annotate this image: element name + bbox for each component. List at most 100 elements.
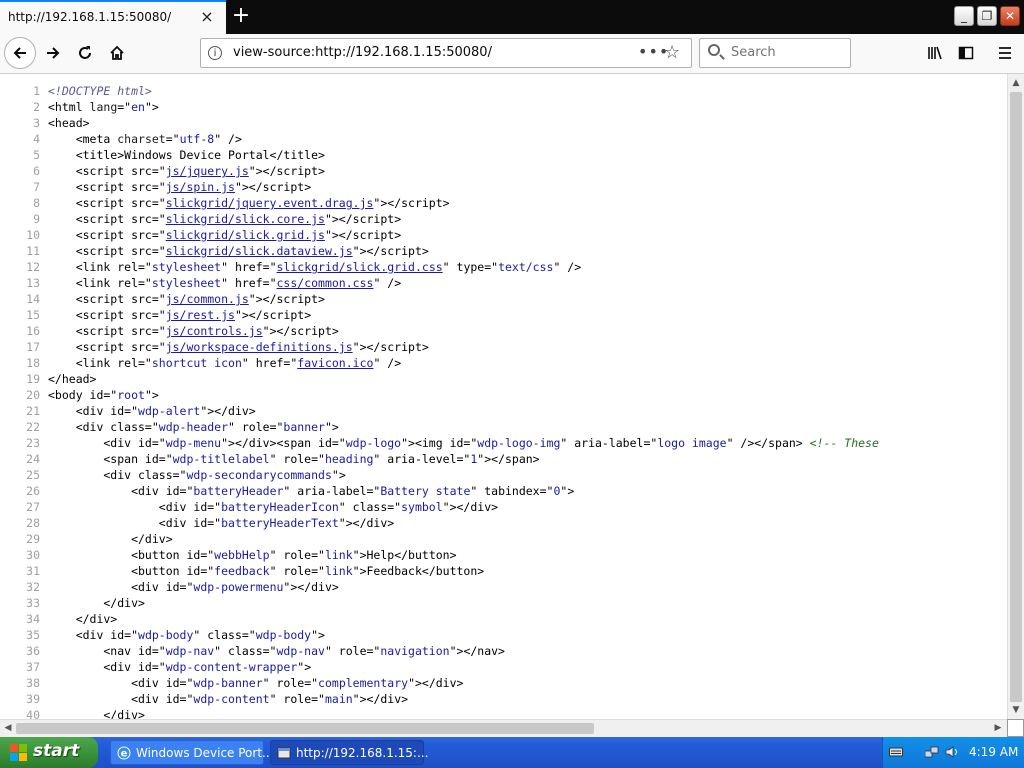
info-icon[interactable]: i — [208, 46, 222, 60]
source-link[interactable]: js/rest.js — [166, 308, 235, 322]
start-button[interactable]: start — [0, 737, 98, 768]
navigation-toolbar: i view-source:http://192.168.1.15:50080/… — [0, 34, 1024, 74]
minimize-button[interactable]: _ — [954, 6, 974, 26]
scroll-down-icon[interactable]: ▼ — [1008, 702, 1024, 718]
browser-window-icon — [277, 747, 291, 759]
menu-icon[interactable] — [992, 38, 1018, 68]
line-number: 3 — [33, 116, 40, 130]
library-icon[interactable] — [922, 38, 948, 68]
source-link[interactable]: slickgrid/jquery.event.drag.js — [166, 196, 374, 210]
restore-button[interactable]: ❐ — [977, 6, 997, 26]
scrollbar-corner — [1007, 719, 1024, 737]
tab-title: http://192.168.1.15:50080/ — [8, 10, 172, 24]
line-number: 38 — [26, 676, 40, 690]
source-code: <link rel="stylesheet" href="css/common.… — [48, 276, 402, 290]
search-input[interactable]: Search — [699, 38, 851, 68]
source-link[interactable]: js/controls.js — [166, 324, 263, 338]
network-icon[interactable] — [925, 746, 939, 758]
source-line: 13 <link rel="stylesheet" href="css/comm… — [0, 275, 401, 291]
source-code: <script src="slickgrid/slick.core.js"></… — [48, 212, 402, 226]
source-link[interactable]: favicon.ico — [297, 356, 373, 370]
clock[interactable]: 4:19 AM — [969, 745, 1018, 759]
source-code: <script src="js/workspace-definitions.js… — [48, 340, 429, 354]
source-code: <div id="wdp-menu"></div><span id="wdp-l… — [48, 436, 879, 450]
source-code: <script src="slickgrid/slick.grid.js"></… — [48, 228, 402, 242]
ie-icon: e — [117, 746, 131, 760]
tab-current[interactable]: http://192.168.1.15:50080/ × — [0, 0, 226, 34]
source-link[interactable]: slickgrid/slick.grid.js — [166, 228, 325, 242]
search-icon — [708, 44, 720, 56]
reload-icon — [79, 46, 91, 59]
source-code: <title>Windows Device Portal</title> — [48, 148, 325, 162]
forward-button[interactable] — [38, 38, 68, 68]
source-code: <span id="wdp-titlelabel" role="heading"… — [48, 452, 540, 466]
new-tab-button[interactable]: + — [230, 4, 252, 28]
source-code: <script src="js/rest.js"></script> — [48, 308, 312, 322]
back-button[interactable] — [4, 37, 36, 69]
line-number: 24 — [26, 452, 40, 466]
source-line: 23 <div id="wdp-menu"></div><span id="wd… — [0, 435, 879, 451]
page-source-view[interactable]: 1 <!DOCTYPE html> 2 <html lang="en"> 3 <head>… — [0, 74, 1007, 719]
search-placeholder: Search — [731, 45, 776, 60]
taskbar-item-view-source[interactable]: http://192.168.1.15:... — [270, 740, 428, 765]
source-line: 3 <head> — [0, 115, 89, 131]
source-code: <button id="feedback" role="link">Feedba… — [48, 564, 485, 578]
source-line: 4 <meta charset="utf-8" /> — [0, 131, 242, 147]
line-number: 33 — [26, 596, 40, 610]
line-number: 16 — [26, 324, 40, 338]
url-bar[interactable]: i view-source:http://192.168.1.15:50080/… — [200, 38, 692, 68]
home-button[interactable] — [102, 38, 132, 68]
reload-button[interactable] — [70, 38, 100, 68]
back-arrow-icon — [13, 47, 26, 59]
line-number: 26 — [26, 484, 40, 498]
source-link[interactable]: slickgrid/slick.grid.css — [277, 260, 443, 274]
source-code: <script src="js/spin.js"></script> — [48, 180, 312, 194]
source-link[interactable]: js/common.js — [166, 292, 249, 306]
line-number: 34 — [26, 612, 40, 626]
horizontal-scroll-thumb[interactable] — [16, 723, 594, 734]
system-tray: 4:19 AM — [882, 737, 1024, 768]
scroll-right-icon[interactable]: ▶ — [990, 720, 1006, 736]
sidebar-icon[interactable] — [953, 38, 979, 68]
keyboard-icon[interactable] — [889, 746, 903, 758]
source-line: 1 <!DOCTYPE html> — [0, 83, 152, 99]
source-line: 25 <div class="wdp-secondarycommands"> — [0, 467, 346, 483]
start-label: start — [33, 741, 80, 761]
source-link[interactable]: js/workspace-definitions.js — [166, 340, 353, 354]
source-line: 20 <body id="root"> — [0, 387, 159, 403]
source-code: <nav id="wdp-nav" class="wdp-nav" role="… — [48, 644, 505, 658]
source-link[interactable]: css/common.css — [277, 276, 374, 290]
source-code: </div> — [48, 532, 173, 546]
vertical-scroll-thumb[interactable] — [1010, 92, 1022, 702]
line-number: 39 — [26, 692, 40, 706]
source-line: 22 <div class="wdp-header" role="banner"… — [0, 419, 339, 435]
vertical-scrollbar[interactable]: ▲ ▼ — [1007, 74, 1024, 719]
source-link[interactable]: slickgrid/slick.dataview.js — [166, 244, 353, 258]
source-link[interactable]: slickgrid/slick.core.js — [166, 212, 325, 226]
taskbar: start e Windows Device Port... http://19… — [0, 737, 1024, 768]
bookmark-star-icon[interactable]: ☆ — [664, 42, 680, 63]
line-number: 8 — [33, 196, 40, 210]
taskbar-item-label: Windows Device Port... — [136, 746, 274, 760]
horizontal-scrollbar[interactable]: ◀ ▶ — [0, 719, 1007, 737]
source-link[interactable]: js/spin.js — [166, 180, 235, 194]
source-code: <script src="js/common.js"></script> — [48, 292, 325, 306]
line-number: 2 — [33, 100, 40, 114]
line-number: 27 — [26, 500, 40, 514]
close-tab-icon[interactable]: × — [198, 8, 216, 26]
volume-icon[interactable] — [945, 746, 959, 758]
close-window-button[interactable]: ✕ — [1000, 6, 1020, 26]
scroll-up-icon[interactable]: ▲ — [1008, 75, 1024, 91]
svg-text:e: e — [121, 749, 128, 760]
taskbar-item-device-portal[interactable]: e Windows Device Port... — [110, 740, 273, 765]
line-number: 28 — [26, 516, 40, 530]
source-line: 9 <script src="slickgrid/slick.core.js">… — [0, 211, 401, 227]
url-text[interactable]: view-source:http://192.168.1.15:50080/ — [233, 45, 492, 60]
scroll-left-icon[interactable]: ◀ — [0, 720, 16, 736]
line-number: 17 — [26, 340, 40, 354]
source-link[interactable]: js/jquery.js — [166, 164, 249, 178]
source-code: <meta charset="utf-8" /> — [48, 132, 242, 146]
line-number: 4 — [33, 132, 40, 146]
source-line: 40 </div> — [0, 707, 145, 719]
source-line: 37 <div id="wdp-content-wrapper"> — [0, 659, 311, 675]
